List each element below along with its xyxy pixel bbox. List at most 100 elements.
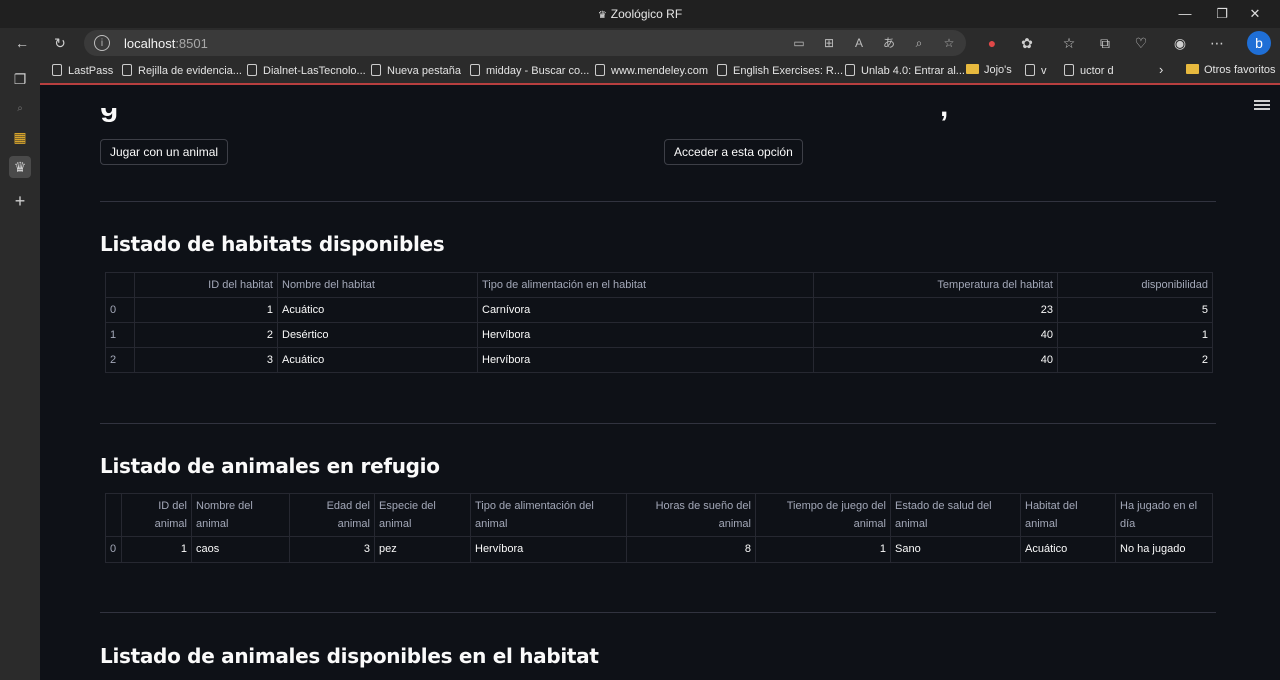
miro-app-icon[interactable]: ▦ <box>9 126 31 148</box>
cell-tipo[interactable]: Hervíbora <box>478 323 814 348</box>
column-header[interactable]: Habitat del animal <box>1021 494 1116 537</box>
column-header[interactable]: ID del animal <box>122 494 192 537</box>
cell-disponibilidad[interactable]: 1 <box>1058 323 1212 348</box>
bookmark-uctor[interactable]: uctor d <box>1064 64 1114 77</box>
cell-especie[interactable]: pez <box>375 537 471 562</box>
zoom-icon[interactable]: ⌕ <box>910 34 928 52</box>
translate-icon[interactable]: あ <box>880 34 898 52</box>
window-title: ♛ Zoológico RF <box>0 7 1280 21</box>
animals-table[interactable]: ID del animal Nombre del animal Edad del… <box>105 493 1213 563</box>
maximize-button[interactable]: ❐ <box>1207 4 1237 24</box>
column-header[interactable]: Nombre del habitat <box>278 273 478 298</box>
bookmark-unlab[interactable]: Unlab 4.0: Entrar al... <box>845 64 965 77</box>
add-favorite-icon[interactable]: ☆ <box>940 34 958 52</box>
column-header[interactable]: Tipo de alimentación del animal <box>471 494 627 537</box>
column-header[interactable]: disponibilidad <box>1058 273 1212 298</box>
column-header[interactable]: Estado de salud del animal <box>891 494 1021 537</box>
cell-horas-sueno[interactable]: 8 <box>627 537 756 562</box>
url-port: :8501 <box>175 36 208 51</box>
extensions-icon[interactable]: ✿ <box>1017 33 1037 53</box>
bookmark-otros-favoritos[interactable]: Otros favoritos <box>1186 64 1276 76</box>
cell-estado-salud[interactable]: Sano <box>891 537 1021 562</box>
lastpass-extension-icon[interactable]: ● <box>982 33 1002 53</box>
app-available-icon[interactable]: ▭ <box>790 34 808 52</box>
animals-heading: Listado de animales en refugio <box>100 454 440 478</box>
address-bar[interactable]: i localhost:8501 ▭ ⊞ A あ ⌕ ☆ <box>84 30 966 56</box>
crown-icon: ♛ <box>597 10 607 21</box>
bing-chat-icon[interactable]: b <box>1247 31 1271 55</box>
row-index: 0 <box>106 537 122 562</box>
cell-nombre[interactable]: Acuático <box>278 298 478 323</box>
cell-tiempo-juego[interactable]: 1 <box>756 537 891 562</box>
tab-actions-icon[interactable]: ❐ <box>9 68 31 90</box>
read-aloud-icon[interactable]: A <box>850 34 868 52</box>
collections-icon[interactable]: ⧉ <box>1095 33 1115 53</box>
search-icon[interactable]: ⌕ <box>9 98 31 120</box>
cell-disponibilidad[interactable]: 5 <box>1058 298 1212 323</box>
performance-icon[interactable]: ♡ <box>1131 33 1151 53</box>
cell-habitat[interactable]: Acuático <box>1021 537 1116 562</box>
url-text[interactable]: localhost:8501 <box>124 36 208 51</box>
habitats-table[interactable]: ID del habitat Nombre del habitat Tipo d… <box>105 272 1213 373</box>
folder-icon <box>966 64 979 74</box>
bookmark-mendeley[interactable]: www.mendeley.com <box>595 64 708 77</box>
apps-grid-icon[interactable]: ⊞ <box>820 34 838 52</box>
column-header[interactable]: Nombre del animal <box>192 494 290 537</box>
cell-ha-jugado[interactable]: No ha jugado <box>1116 537 1212 562</box>
cell-tipo[interactable]: Hervíbora <box>471 537 627 562</box>
folder-icon <box>1186 64 1199 74</box>
close-window-button[interactable]: ✕ <box>1240 4 1270 24</box>
cell-nombre[interactable]: Desértico <box>278 323 478 348</box>
favorites-icon[interactable]: ☆ <box>1059 33 1079 53</box>
bookmark-nueva-pestana[interactable]: Nueva pestaña <box>371 64 461 77</box>
column-header[interactable]: Tiempo de juego del animal <box>756 494 891 537</box>
page-icon <box>1064 64 1074 76</box>
profile-avatar-icon[interactable]: ◉ <box>1170 33 1190 53</box>
cell-tipo[interactable]: Hervíbora <box>478 348 814 372</box>
add-icon[interactable]: + <box>9 190 31 212</box>
menu-icon[interactable] <box>1254 98 1270 112</box>
more-options-icon[interactable]: ⋯ <box>1207 33 1227 53</box>
bookmark-english-exercises[interactable]: English Exercises: R... <box>717 64 843 77</box>
column-header[interactable]: Temperatura del habitat <box>814 273 1058 298</box>
cell-tipo[interactable]: Carnívora <box>478 298 814 323</box>
url-host: localhost <box>124 36 176 51</box>
minimize-button[interactable]: — <box>1170 4 1200 24</box>
info-icon[interactable]: i <box>94 35 110 51</box>
row-index: 2 <box>106 348 135 372</box>
cell-edad[interactable]: 3 <box>290 537 375 562</box>
clipped-heading-fragment: g <box>100 108 160 122</box>
cell-id[interactable]: 2 <box>135 323 278 348</box>
column-header[interactable]: Ha jugado en el día <box>1116 494 1212 537</box>
access-option-button[interactable]: Acceder a esta opción <box>664 139 803 165</box>
cell-temperatura[interactable]: 40 <box>814 348 1058 372</box>
column-header[interactable]: ID del habitat <box>135 273 278 298</box>
column-header[interactable]: Tipo de alimentación en el habitat <box>478 273 814 298</box>
bookmark-rejilla[interactable]: Rejilla de evidencia... <box>122 64 242 77</box>
bookmark-label: uctor d <box>1080 65 1114 77</box>
cell-nombre[interactable]: caos <box>192 537 290 562</box>
play-with-animal-button[interactable]: Jugar con un animal <box>100 139 229 165</box>
bookmark-midday[interactable]: midday - Buscar co... <box>470 64 589 77</box>
chevron-right-icon[interactable]: › <box>1159 62 1163 77</box>
cell-disponibilidad[interactable]: 2 <box>1058 348 1212 372</box>
bookmark-dialnet[interactable]: Dialnet-LasTecnolo... <box>247 64 366 77</box>
column-header[interactable]: Especie del animal <box>375 494 471 537</box>
cell-id[interactable]: 1 <box>135 298 278 323</box>
cell-id[interactable]: 3 <box>135 348 278 372</box>
refresh-icon[interactable]: ↻ <box>50 33 70 53</box>
cell-temperatura[interactable]: 40 <box>814 323 1058 348</box>
streamlit-app-icon[interactable]: ♛ <box>9 156 31 178</box>
window-titlebar: ♛ Zoológico RF — ❐ ✕ <box>0 0 1280 28</box>
bookmark-label: English Exercises: R... <box>733 65 844 77</box>
divider <box>100 612 1216 613</box>
bookmark-v[interactable]: v <box>1025 64 1047 77</box>
column-header[interactable]: Horas de sueño del animal <box>627 494 756 537</box>
cell-id[interactable]: 1 <box>122 537 192 562</box>
bookmark-jojos[interactable]: Jojo's <box>966 64 1012 76</box>
cell-temperatura[interactable]: 23 <box>814 298 1058 323</box>
back-arrow-icon[interactable]: ← <box>12 33 32 53</box>
bookmark-lastpass[interactable]: LastPass <box>52 64 113 77</box>
cell-nombre[interactable]: Acuático <box>278 348 478 372</box>
column-header[interactable]: Edad del animal <box>290 494 375 537</box>
